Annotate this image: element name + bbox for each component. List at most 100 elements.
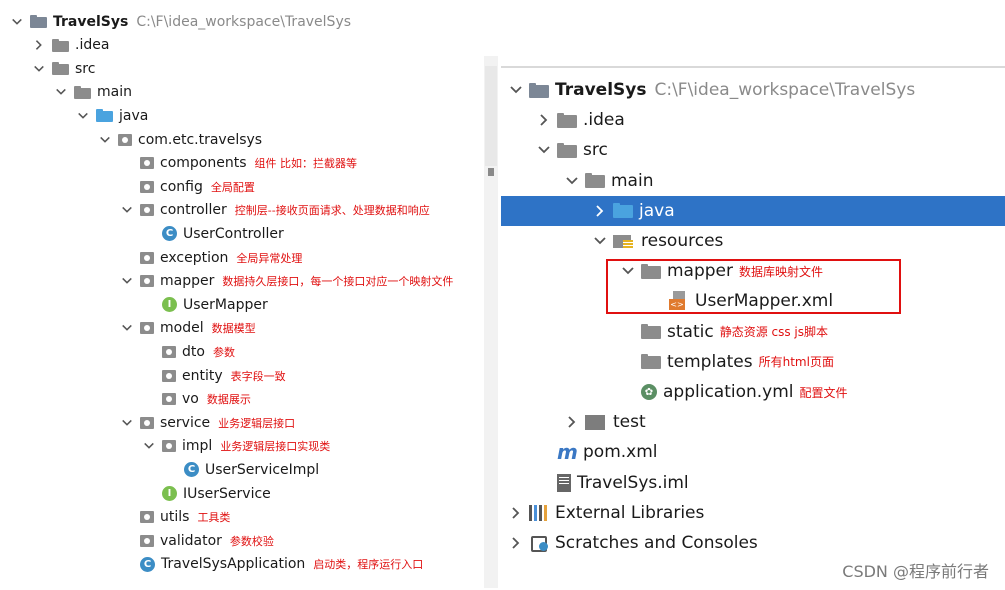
tree-row-java[interactable]: java (0, 104, 488, 127)
tree-row-external-libraries[interactable]: External Libraries (501, 498, 1005, 528)
tree-row-templates[interactable]: templates 所有html页面 (501, 347, 1005, 377)
strip-handle[interactable] (488, 168, 494, 176)
chevron-down-icon[interactable] (76, 110, 90, 122)
package-icon (140, 534, 154, 547)
tree-row-travelsys[interactable]: TravelSys C:\F\idea_workspace\TravelSys (0, 10, 488, 33)
project-tool-tab[interactable] (485, 66, 497, 166)
chevron-down-icon[interactable] (509, 83, 523, 97)
annotation-note: 全局配置 (210, 180, 255, 194)
chevron-down-icon[interactable] (10, 16, 24, 28)
chevron-down-icon[interactable] (120, 204, 134, 216)
tree-row-main[interactable]: main (501, 166, 1005, 196)
chevron-right-icon[interactable] (509, 536, 523, 550)
tree-row-config[interactable]: config 全局配置 (0, 175, 488, 198)
annotation-note: 业务逻辑层接口 (218, 416, 296, 430)
chevron-down-icon[interactable] (593, 234, 607, 248)
tree-row-vo[interactable]: vo 数据展示 (0, 388, 488, 411)
tree-row-utils[interactable]: utils 工具类 (0, 506, 488, 529)
tree-row-mapper[interactable]: mapper 数据持久层接口，每一个接口对应一个映射文件 (0, 270, 488, 293)
tree-row-usermapper[interactable]: I UserMapper (0, 293, 488, 316)
tree-item-label: controller (160, 202, 227, 219)
tree-item-label: service (160, 414, 211, 431)
tree-item-label: src (75, 60, 96, 77)
chevron-down-icon[interactable] (32, 63, 46, 75)
package-icon (140, 275, 154, 288)
package-icon (162, 440, 176, 453)
chevron-down-icon[interactable] (120, 322, 134, 334)
chevron-right-icon[interactable] (565, 415, 579, 429)
tree-item-label: components (160, 155, 247, 172)
chevron-down-icon[interactable] (120, 275, 134, 287)
tree-row-travelsys-iml[interactable]: TravelSys.iml (501, 468, 1005, 498)
annotation-note: 控制层--接收页面请求、处理数据和响应 (234, 204, 430, 218)
xml-file-icon (669, 291, 687, 311)
chevron-down-icon[interactable] (98, 134, 112, 146)
chevron-down-icon[interactable] (537, 143, 551, 157)
tree-row-idea[interactable]: .idea (501, 105, 1005, 135)
tree-row-resources[interactable]: resources (501, 226, 1005, 256)
tree-row-usercontroller[interactable]: C UserController (0, 222, 488, 245)
chevron-right-icon[interactable] (537, 113, 551, 127)
tree-row-application-yml[interactable]: ✿ application.yml 配置文件 (501, 377, 1005, 407)
chevron-down-icon[interactable] (54, 86, 68, 98)
tree-item-label: Scratches and Consoles (555, 533, 758, 553)
package-icon (162, 345, 176, 358)
tree-row-idea[interactable]: .idea (0, 34, 488, 57)
tree-item-label: mapper (667, 261, 734, 282)
tree-row-src[interactable]: src (501, 135, 1005, 165)
tree-row-validator[interactable]: validator 参数校验 (0, 529, 488, 552)
tree-row-src[interactable]: src (0, 57, 488, 80)
annotation-note: 所有html页面 (758, 355, 834, 370)
tree-item-label: static (667, 321, 714, 342)
chevron-right-icon[interactable] (32, 39, 46, 51)
tree-item-label: mapper (160, 273, 215, 290)
tree-row-scratches-and-consoles[interactable]: Scratches and Consoles (501, 528, 1005, 558)
tree-item-label: vo (182, 391, 199, 408)
tree-item-label: UserMapper (183, 296, 268, 313)
annotation-note: 静态资源 css js脚本 (719, 325, 829, 340)
chevron-right-icon[interactable] (593, 204, 607, 218)
spring-boot-class-icon: C (140, 556, 155, 572)
tree-item-label: exception (160, 249, 229, 266)
tree-row-impl[interactable]: impl 业务逻辑层接口实现类 (0, 435, 488, 458)
tree-item-label: External Libraries (555, 502, 705, 523)
tree-item-label: src (583, 140, 608, 161)
tree-row-model[interactable]: model 数据模型 (0, 317, 488, 340)
side-tool-strip (484, 56, 498, 588)
tree-row-pom-xml[interactable]: m pom.xml (501, 437, 1005, 467)
tree-item-label: TravelSys (555, 80, 647, 100)
chevron-down-icon[interactable] (621, 264, 635, 278)
project-tree-left: TravelSys C:\F\idea_workspace\TravelSys .i… (0, 0, 488, 588)
tree-row-usermapper-xml[interactable]: UserMapper.xml (501, 286, 1005, 316)
chevron-down-icon[interactable] (120, 417, 134, 429)
tree-row-components[interactable]: components 组件 比如：拦截器等 (0, 152, 488, 175)
module-file-icon (557, 473, 571, 492)
class-icon: C (162, 226, 177, 242)
tree-row-entity[interactable]: entity 表字段一致 (0, 364, 488, 387)
tree-row-exception[interactable]: exception 全局异常处理 (0, 246, 488, 269)
tree-row-static[interactable]: static 静态资源 css js脚本 (501, 317, 1005, 347)
chevron-down-icon[interactable] (142, 440, 156, 452)
tree-row-test[interactable]: test (501, 407, 1005, 437)
chevron-down-icon[interactable] (565, 174, 579, 188)
folder-icon (585, 173, 605, 189)
tree-item-label: main (611, 170, 654, 191)
tree-row-userserviceimpl[interactable]: C UserServiceImpl (0, 458, 488, 481)
tree-row-dto[interactable]: dto 参数 (0, 340, 488, 363)
tree-row-travelsysapplication[interactable]: C TravelSysApplication 启动类，程序运行入口 (0, 553, 488, 576)
tree-item-label: application.yml (663, 382, 794, 402)
tree-item-label: UserMapper.xml (695, 291, 834, 312)
tree-row-main[interactable]: main (0, 81, 488, 104)
source-folder-icon (613, 203, 633, 219)
tree-row-java[interactable]: java (501, 195, 1005, 226)
tree-row-service[interactable]: service 业务逻辑层接口 (0, 411, 488, 434)
tree-item-label: UserServiceImpl (205, 461, 320, 478)
chevron-right-icon[interactable] (509, 506, 523, 520)
tree-row-com-etc-travelsys[interactable]: com.etc.travelsys (0, 128, 488, 151)
tree-row-mapper[interactable]: mapper 数据库映射文件 (501, 256, 1005, 286)
tree-row-iuserservice[interactable]: I IUserService (0, 482, 488, 505)
tree-item-label: config (160, 178, 203, 195)
tree-row-controller[interactable]: controller 控制层--接收页面请求、处理数据和响应 (0, 199, 488, 222)
project-path: C:\F\idea_workspace\TravelSys (654, 80, 916, 100)
tree-row-travelsys[interactable]: TravelSys C:\F\idea_workspace\TravelSys (501, 75, 1005, 105)
